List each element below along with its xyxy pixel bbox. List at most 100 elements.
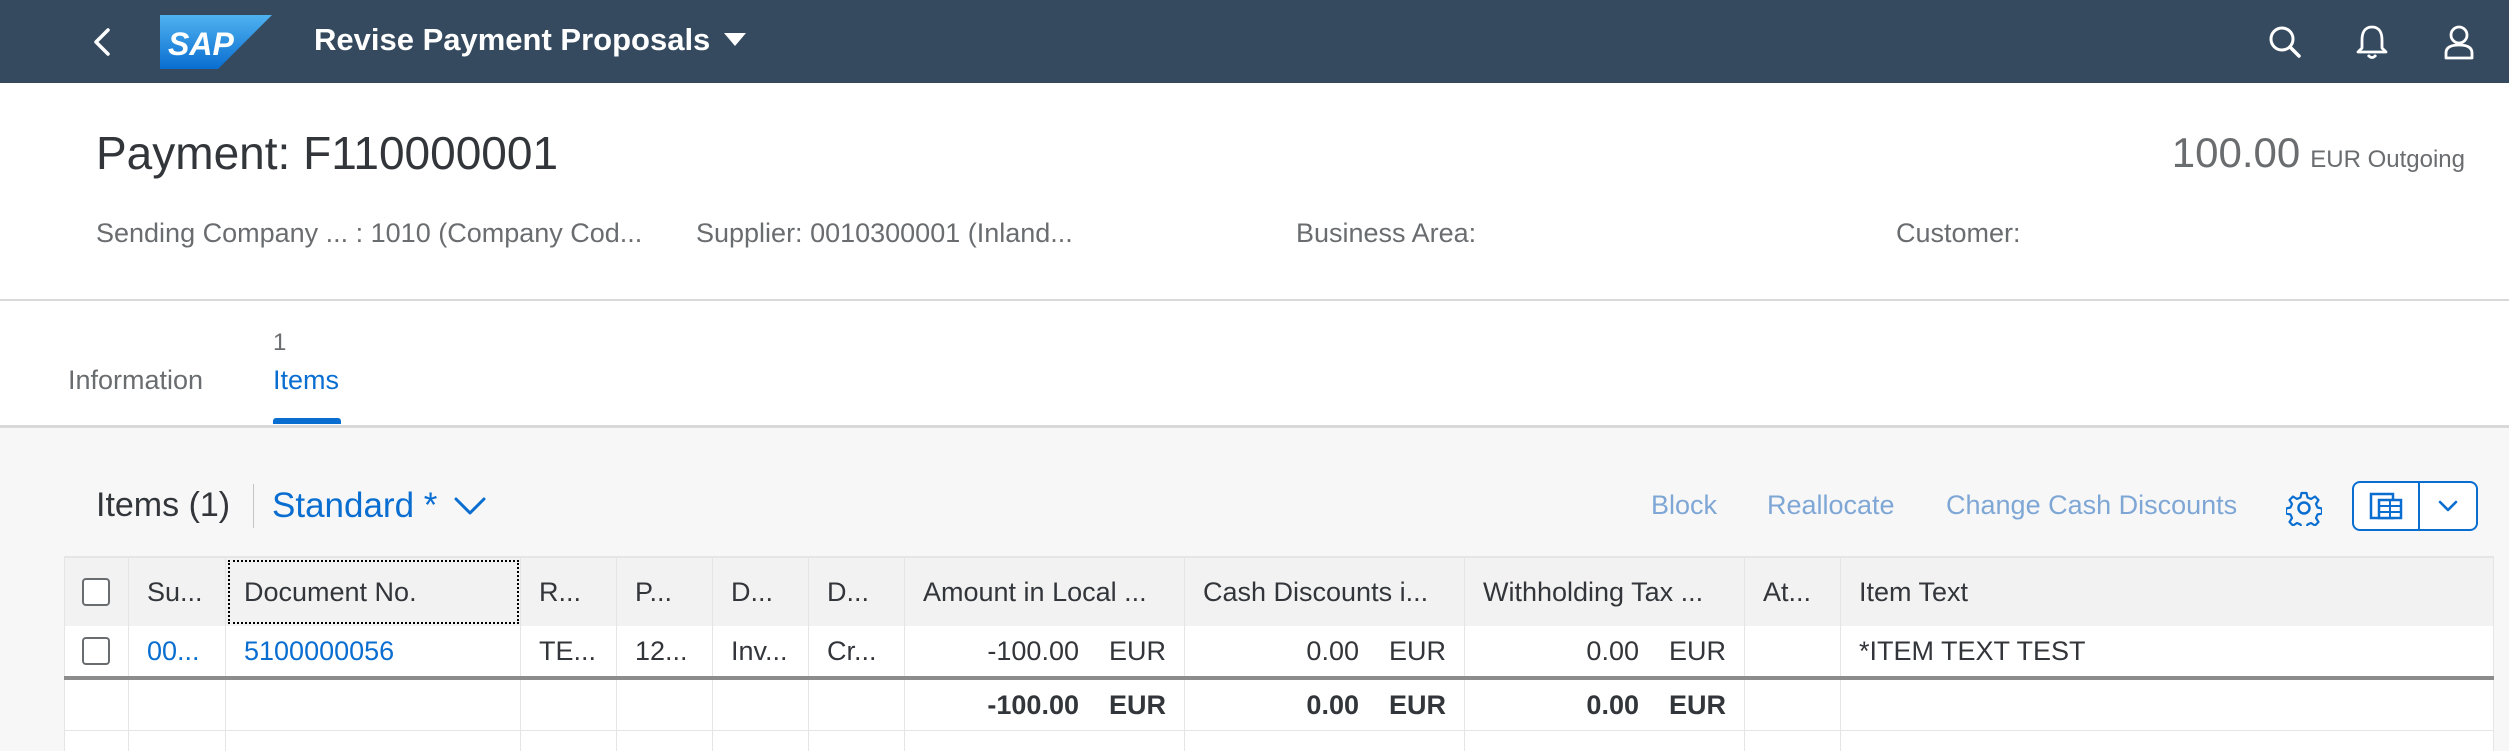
column-header[interactable]: Cash Discounts i...: [1185, 558, 1465, 626]
total-withholding-tax: 0.00: [1586, 689, 1639, 720]
column-header[interactable]: Item Text: [1841, 558, 2494, 626]
column-header[interactable]: At...: [1745, 558, 1841, 626]
currency: EUR: [1388, 635, 1446, 666]
total-cash-discount-cell: 0.00 EUR: [1185, 680, 1465, 730]
attr-customer: Customer:: [1896, 218, 2021, 248]
column-header[interactable]: D...: [809, 558, 905, 626]
currency: EUR: [1108, 689, 1166, 720]
tab-bar: Information 1 Items: [0, 301, 2509, 428]
row-checkbox[interactable]: [82, 637, 110, 665]
table-cell: [64, 731, 129, 751]
amount-value: 100.00: [2171, 129, 2301, 176]
table-cell: [1745, 731, 1841, 751]
amount-value: -100.00: [987, 635, 1079, 666]
caret-down-icon: [724, 33, 747, 46]
export-split-button: [2352, 481, 2478, 531]
table-cell: Inv...: [713, 626, 809, 676]
currency: EUR: [1668, 635, 1726, 666]
totals-row: -100.00 EUR 0.00 EUR 0.00 EUR: [64, 680, 2494, 731]
column-header[interactable]: R...: [521, 558, 617, 626]
tab-label: Information: [68, 365, 204, 395]
table-row[interactable]: 00... 5100000056 TE... 12... Inv... Cr..…: [64, 626, 2494, 680]
table-header-row: Su... Document No. R... P... D... D... A…: [64, 556, 2494, 628]
table-cell: [809, 731, 905, 751]
table-cell: [129, 731, 226, 751]
table-cell: [1745, 680, 1841, 730]
table-cell: Cr...: [809, 626, 905, 676]
withholding-tax-cell: 0.00 EUR: [1465, 626, 1745, 676]
variant-selector[interactable]: Standard *: [272, 486, 487, 526]
chevron-down-icon: [2438, 500, 2458, 512]
svg-text:SAP: SAP: [168, 26, 234, 62]
reallocate-button[interactable]: Reallocate: [1767, 490, 1895, 521]
tab-selected-indicator: [273, 418, 341, 424]
total-withholding-tax-cell: 0.00 EUR: [1465, 680, 1745, 730]
table-cell: [226, 731, 521, 751]
payment-amount: 100.00 EUR Outgoing: [2172, 129, 2465, 177]
table-cell: [617, 680, 713, 730]
app-title-menu[interactable]: Revise Payment Proposals: [314, 20, 747, 60]
table-cell: [713, 731, 809, 751]
settings-icon[interactable]: [2286, 490, 2322, 526]
select-all-checkbox[interactable]: [82, 578, 110, 606]
table-cell: [129, 680, 226, 730]
variant-label: Standard *: [272, 486, 438, 525]
currency: EUR: [1388, 689, 1446, 720]
total-amount-cell: -100.00 EUR: [905, 680, 1185, 730]
item-text-cell: *ITEM TEXT TEST: [1841, 626, 2494, 676]
amount-suffix: EUR Outgoing: [2310, 146, 2465, 173]
table-cell: [905, 731, 1185, 751]
page-title: Payment: F110000001: [96, 127, 559, 179]
table-cell: [1841, 731, 2494, 751]
user-icon[interactable]: [2438, 21, 2480, 63]
attr-supplier: Supplier: 0010300001 (Inland...: [696, 218, 1073, 248]
cash-discount-value: 0.00: [1306, 635, 1359, 666]
tab-label: Items: [273, 365, 340, 395]
table-cell: [1841, 680, 2494, 730]
column-header[interactable]: Su...: [129, 558, 226, 626]
change-cash-discounts-button[interactable]: Change Cash Discounts: [1946, 490, 2237, 521]
total-amount: -100.00: [987, 689, 1079, 720]
total-cash-discount: 0.00: [1306, 689, 1359, 720]
table-cell: [617, 731, 713, 751]
shell-bar: SAP Revise Payment Proposals: [0, 0, 2509, 83]
search-icon[interactable]: [2264, 21, 2306, 63]
bell-icon[interactable]: [2351, 21, 2393, 63]
column-header[interactable]: D...: [713, 558, 809, 626]
table-cell: [713, 680, 809, 730]
export-button[interactable]: [2354, 483, 2420, 529]
column-header[interactable]: Withholding Tax ...: [1465, 558, 1745, 626]
table-toolbar: Items (1) Standard * Block Reallocate Ch…: [0, 430, 2509, 550]
table-cell: [1745, 626, 1841, 676]
column-header[interactable]: P...: [617, 558, 713, 626]
column-header[interactable]: Amount in Local ...: [905, 558, 1185, 626]
currency: EUR: [1668, 689, 1726, 720]
block-button[interactable]: Block: [1651, 490, 1717, 521]
select-all-cell: [64, 558, 129, 626]
object-header: Payment: F110000001 100.00 EUR Outgoing …: [0, 83, 2509, 301]
cash-discount-cell: 0.00 EUR: [1185, 626, 1465, 676]
table-cell: [1465, 731, 1745, 751]
app-title: Revise Payment Proposals: [314, 22, 711, 57]
tab-count: 1: [273, 329, 287, 356]
export-menu-button[interactable]: [2420, 483, 2476, 529]
filler-row: [64, 731, 2494, 751]
column-header[interactable]: Document No.: [226, 558, 521, 626]
table-cell: [64, 680, 129, 730]
amount-cell: -100.00 EUR: [905, 626, 1185, 676]
row-select-cell: [64, 626, 129, 676]
table-cell: TE...: [521, 626, 617, 676]
back-icon[interactable]: [84, 22, 124, 62]
supplier-link[interactable]: 00...: [129, 626, 226, 676]
table-cell: [1185, 731, 1465, 751]
table-cell: [521, 680, 617, 730]
sap-logo[interactable]: SAP: [160, 15, 272, 69]
document-number-link[interactable]: 5100000056: [226, 626, 521, 676]
table-cell: [521, 731, 617, 751]
table-cell: [226, 680, 521, 730]
table-title: Items (1): [96, 486, 231, 524]
toolbar-divider: [253, 484, 254, 528]
attr-sending-company: Sending Company ... : 1010 (Company Cod.…: [96, 218, 643, 248]
currency: EUR: [1108, 635, 1166, 666]
chevron-down-icon: [454, 497, 486, 515]
